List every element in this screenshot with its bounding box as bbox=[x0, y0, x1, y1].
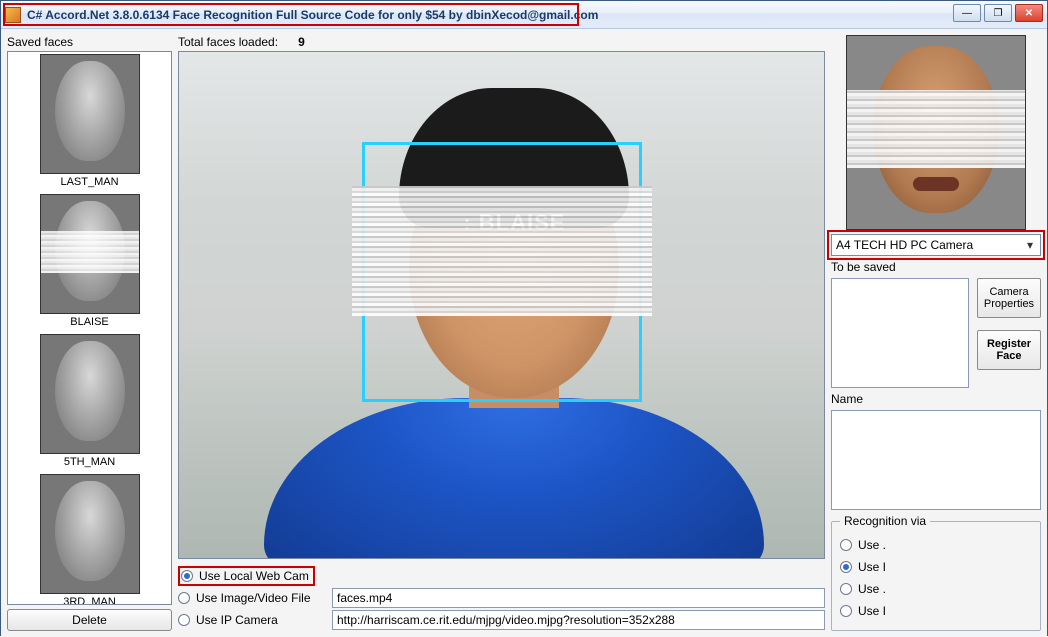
source-file-input[interactable] bbox=[332, 588, 825, 608]
name-label: Name bbox=[831, 392, 1041, 406]
list-item[interactable]: BLAISE bbox=[10, 194, 169, 328]
face-preview bbox=[846, 35, 1026, 230]
source-webcam-label: Use Local Web Cam bbox=[199, 569, 309, 583]
to-be-saved-label: To be saved bbox=[831, 260, 1041, 274]
list-item[interactable]: LAST_MAN bbox=[10, 54, 169, 188]
face-thumb bbox=[40, 194, 140, 314]
total-faces-value: 9 bbox=[298, 35, 305, 49]
face-thumb-name: BLAISE bbox=[10, 316, 169, 328]
chevron-down-icon: ▾ bbox=[1022, 238, 1038, 252]
list-item[interactable]: 3RD_MAN bbox=[10, 474, 169, 605]
register-face-button[interactable]: Register Face bbox=[977, 330, 1041, 370]
total-faces-label: Total faces loaded: bbox=[178, 35, 278, 49]
recog-opt2-label: Use I bbox=[858, 560, 886, 574]
source-file-label: Use Image/Video File bbox=[196, 591, 326, 605]
source-file-radio[interactable] bbox=[178, 592, 190, 604]
right-panel: A4 TECH HD PC Camera ▾ To be saved Camer… bbox=[831, 35, 1041, 631]
censor-overlay bbox=[352, 186, 652, 316]
list-item[interactable]: 5TH_MAN bbox=[10, 334, 169, 468]
saved-faces-list[interactable]: LAST_MAN BLAISE 5TH_MAN 3RD_MAN bbox=[7, 51, 172, 605]
saved-faces-panel: Saved faces LAST_MAN BLAISE 5TH_MAN 3RD_MAN… bbox=[7, 35, 172, 631]
recog-opt4-label: Use I bbox=[858, 604, 886, 618]
face-thumb-name: 3RD_MAN bbox=[10, 596, 169, 605]
face-thumb bbox=[40, 54, 140, 174]
recognition-legend: Recognition via bbox=[840, 514, 930, 528]
to-be-saved-panel bbox=[831, 278, 969, 388]
recog-opt2-radio[interactable] bbox=[840, 561, 852, 573]
recog-opt3-label: Use . bbox=[858, 582, 886, 596]
client-area: Saved faces LAST_MAN BLAISE 5TH_MAN 3RD_MAN… bbox=[1, 29, 1047, 637]
window-title: C# Accord.Net 3.8.0.6134 Face Recognitio… bbox=[27, 8, 598, 22]
maximize-button[interactable]: ❐ bbox=[984, 4, 1012, 22]
close-button[interactable]: ✕ bbox=[1015, 4, 1043, 22]
source-ip-input[interactable] bbox=[332, 610, 825, 630]
center-panel: Total faces loaded: 9 : BLAISE Use Local… bbox=[178, 35, 825, 631]
name-input[interactable] bbox=[831, 410, 1041, 510]
source-ip-label: Use IP Camera bbox=[196, 613, 326, 627]
source-radio-group: Use Local Web Cam Use Image/Video File U… bbox=[178, 565, 825, 631]
window-controls: — ❐ ✕ bbox=[953, 4, 1043, 22]
source-ip-radio[interactable] bbox=[178, 614, 190, 626]
face-thumb bbox=[40, 334, 140, 454]
delete-button[interactable]: Delete bbox=[7, 609, 172, 631]
recog-opt1-label: Use . bbox=[858, 538, 886, 552]
app-icon bbox=[5, 7, 21, 23]
recog-opt3-radio[interactable] bbox=[840, 583, 852, 595]
recog-opt1-radio[interactable] bbox=[840, 539, 852, 551]
recognition-group: Recognition via Use . Use I Use . Use I bbox=[831, 514, 1041, 631]
camera-select-value: A4 TECH HD PC Camera bbox=[836, 238, 973, 252]
saved-faces-label: Saved faces bbox=[7, 35, 172, 49]
titlebar: C# Accord.Net 3.8.0.6134 Face Recognitio… bbox=[1, 1, 1047, 29]
camera-select[interactable]: A4 TECH HD PC Camera ▾ bbox=[831, 234, 1041, 256]
source-webcam-radio[interactable] bbox=[181, 570, 193, 582]
webcam-highlight: Use Local Web Cam bbox=[178, 566, 315, 586]
minimize-button[interactable]: — bbox=[953, 4, 981, 22]
camera-properties-button[interactable]: Camera Properties bbox=[977, 278, 1041, 318]
face-thumb bbox=[40, 474, 140, 594]
recog-opt4-radio[interactable] bbox=[840, 605, 852, 617]
face-thumb-name: 5TH_MAN bbox=[10, 456, 169, 468]
video-viewport: : BLAISE bbox=[178, 51, 825, 559]
face-thumb-name: LAST_MAN bbox=[10, 176, 169, 188]
center-header: Total faces loaded: 9 bbox=[178, 35, 825, 49]
